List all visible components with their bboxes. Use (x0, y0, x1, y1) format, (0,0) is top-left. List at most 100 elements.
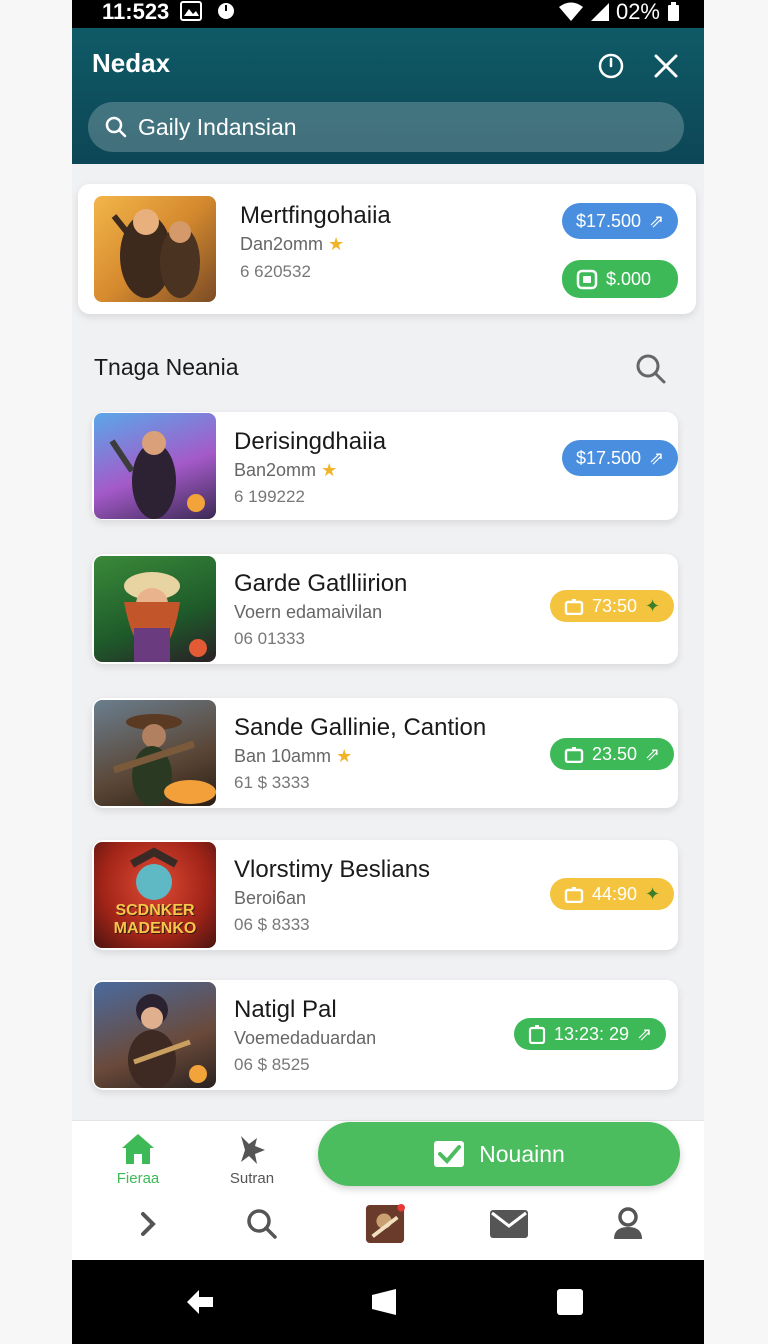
list-item[interactable]: Natigl Pal Voemedaduardan 06 $ 8525 13:2… (92, 980, 678, 1090)
star-icon: ★ (321, 460, 338, 480)
square-icon (557, 1289, 583, 1315)
item-thumbnail (94, 413, 216, 519)
item-meta: 6 199222 (234, 487, 305, 506)
item-action-button[interactable]: 13:23: 29 ⇗ (514, 1018, 667, 1050)
item-subtitle: Ban 10amm ★ (234, 746, 353, 766)
item-meta: 61 $ 3333 (234, 773, 310, 792)
game-thumbnail-icon (365, 1204, 405, 1244)
featured-buy-label: $.000 (606, 268, 652, 289)
item-title: Sande Gallinie, Cantion (234, 714, 487, 741)
featured-card[interactable]: Mertfingohaiia Dan2omm ★ 6 620532 $17.50… (78, 184, 696, 314)
item-meta: 06 01333 (234, 629, 305, 648)
arrow-icon: ⇗ (645, 743, 661, 764)
search-icon (636, 354, 666, 384)
item-action-button[interactable]: 23.50 ⇗ (550, 738, 675, 770)
star-icon: ★ (328, 234, 345, 254)
system-nav-bar (72, 1260, 704, 1344)
signal-icon (590, 3, 609, 21)
thumbnail-logo-text: SCDNKER MADENKO (113, 902, 197, 937)
featured-meta: 6 620532 (240, 262, 311, 281)
check-icon (434, 1141, 465, 1167)
tab-home[interactable]: Fieraa (108, 1132, 168, 1187)
system-recents-button[interactable] (552, 1284, 588, 1320)
item-thumbnail (94, 556, 216, 662)
item-action-button[interactable]: 73:50 ✦ (550, 590, 675, 622)
sparkle-icon: ✦ (645, 883, 661, 904)
timer-icon (528, 1025, 546, 1044)
home-shape-icon (372, 1289, 396, 1315)
list-item[interactable]: Derisingdhaiia Ban2omm ★ 6 199222 $17.50… (92, 412, 679, 520)
item-thumbnail: SCDNKER MADENKO (94, 842, 216, 948)
item-action-label: $17.500 (576, 447, 642, 468)
profile-button[interactable] (608, 1204, 648, 1244)
tab-second[interactable]: Sutran (222, 1132, 282, 1187)
photo-icon (180, 1, 202, 21)
featured-price: $17.500 (576, 210, 642, 231)
item-subtitle: Voemedaduardan (234, 1028, 377, 1048)
list-item[interactable]: SCDNKER MADENKO Vlorstimy Beslians Beroi… (92, 840, 678, 950)
item-title: Natigl Pal (234, 996, 337, 1023)
item-meta: 06 $ 8333 (234, 915, 310, 934)
lock-icon (564, 747, 584, 763)
search-input[interactable] (138, 113, 658, 141)
arrow-icon: ⇗ (649, 210, 665, 231)
item-meta: 06 $ 8525 (234, 1055, 310, 1074)
game-shortcut-button[interactable] (365, 1204, 405, 1244)
battery-percent: 02% (615, 0, 660, 24)
item-title: Garde Gatlliirion (234, 570, 408, 597)
list-item[interactable]: Sande Gallinie, Cantion Ban 10amm ★ 61 $… (92, 698, 678, 808)
status-right: 02% (558, 0, 680, 24)
featured-price-button[interactable]: $17.500 ⇗ (562, 203, 679, 239)
item-action-label: 44:90 (592, 883, 638, 904)
mail-icon (490, 1210, 528, 1238)
clock-icon (598, 53, 624, 79)
creature-icon (241, 1136, 265, 1164)
sparkle-icon: ✦ (645, 595, 661, 616)
star-icon: ★ (336, 746, 353, 766)
featured-subtitle: Dan2omm ★ (240, 234, 345, 254)
clock-status-icon (218, 3, 234, 19)
arrow-icon: ⇗ (649, 447, 665, 468)
system-home-button[interactable] (366, 1284, 402, 1320)
nav-search-button[interactable] (242, 1204, 282, 1244)
bag-icon (576, 269, 598, 290)
home-icon (122, 1134, 154, 1164)
item-thumbnail (94, 982, 216, 1088)
tab-second-label: Sutran (229, 1170, 275, 1187)
system-back-button[interactable] (182, 1284, 218, 1320)
item-action-button[interactable]: $17.500 ⇗ (562, 440, 679, 476)
primary-action-button[interactable]: Nouainn (318, 1122, 680, 1186)
search-icon (105, 116, 127, 138)
forward-button[interactable] (128, 1204, 168, 1244)
search-bar[interactable] (88, 102, 684, 152)
close-icon (654, 54, 678, 78)
messages-button[interactable] (489, 1204, 529, 1244)
featured-buy-button[interactable]: $.000 (562, 260, 678, 298)
search-icon (247, 1209, 277, 1239)
primary-action-label: Nouainn (479, 1140, 565, 1167)
tab-home-label: Fieraa (116, 1170, 160, 1187)
user-icon (614, 1207, 642, 1239)
item-action-button[interactable]: 44:90 ✦ (550, 878, 675, 910)
app-title: Nedax (92, 48, 171, 78)
section-search-button[interactable] (634, 352, 674, 392)
battery-icon (668, 2, 679, 21)
item-title: Vlorstimy Beslians (234, 856, 431, 883)
back-arrow-icon (187, 1290, 213, 1314)
wifi-icon (558, 2, 583, 21)
featured-thumbnail (94, 196, 216, 302)
arrow-icon: ⇗ (637, 1023, 653, 1044)
status-time: 11:523 (102, 0, 170, 24)
history-button[interactable] (591, 46, 631, 86)
item-action-label: 23.50 (592, 743, 638, 764)
phone-screen: 11:523 02% Nedax Mertfingohaiia (72, 0, 704, 1344)
section-title: Tnaga Neania (94, 354, 239, 380)
item-title: Derisingdhaiia (234, 428, 387, 455)
item-action-label: 73:50 (592, 595, 638, 616)
app-header: Nedax (72, 28, 704, 164)
item-action-label: 13:23: 29 (554, 1023, 630, 1044)
featured-title: Mertfingohaiia (240, 202, 391, 229)
close-button[interactable] (646, 46, 686, 86)
chevron-right-icon (141, 1212, 156, 1236)
list-item[interactable]: Garde Gatlliirion Voern edamaivilan 06 0… (92, 554, 678, 664)
